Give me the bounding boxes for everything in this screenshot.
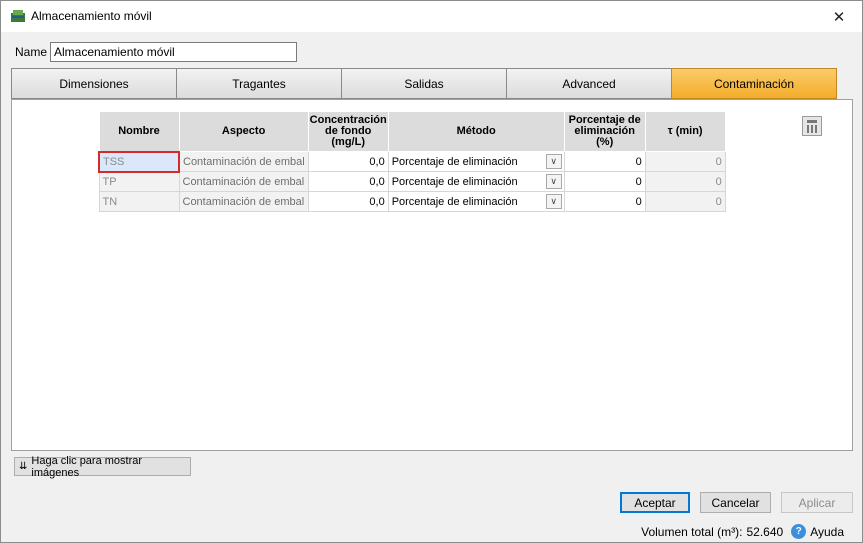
cell-name[interactable]: TSS: [98, 150, 180, 173]
cell-concentration[interactable]: 0,0: [307, 151, 389, 172]
status-bar: Volumen total (m³): 52.640 ? Ayuda: [641, 524, 844, 539]
name-label: Name: [15, 45, 48, 59]
contamination-panel: Nombre Aspecto Concentración de fondo (m…: [11, 99, 853, 451]
window-title: Almacenamiento móvil: [31, 9, 152, 23]
cancel-button[interactable]: Cancelar: [700, 492, 771, 513]
method-value: Porcentaje de eliminación: [391, 155, 518, 168]
table-row: TP Contaminación de embal 0,0 Porcentaje…: [98, 171, 726, 192]
method-value: Porcentaje de eliminación: [391, 175, 518, 188]
volume-value: 52.640: [746, 524, 784, 539]
header-concentracion[interactable]: Concentración de fondo (mg/L): [307, 111, 389, 152]
tab-advanced[interactable]: Advanced: [506, 68, 672, 99]
tab-tragantes[interactable]: Tragantes: [176, 68, 342, 99]
show-images-label: Haga clic para mostrar imágenes: [31, 454, 143, 479]
cell-method[interactable]: Porcentaje de eliminación ∨: [387, 151, 565, 172]
cell-tau: 0: [644, 171, 726, 192]
show-images-button[interactable]: ⇊ Haga clic para mostrar imágenes: [14, 454, 191, 479]
header-metodo[interactable]: Método: [387, 111, 565, 152]
dialog-window: Almacenamiento móvil ✕ Name Dimensiones …: [0, 0, 863, 543]
storage-app-icon: [11, 10, 25, 22]
apply-button[interactable]: Aplicar: [781, 492, 853, 513]
tab-contaminacion[interactable]: Contaminación: [671, 68, 837, 99]
cell-method[interactable]: Porcentaje de eliminación ∨: [387, 171, 565, 192]
volume-label: Volumen total (m³):: [641, 524, 743, 539]
cell-concentration[interactable]: 0,0: [307, 191, 389, 212]
cell-percentage[interactable]: 0: [563, 171, 646, 192]
chevron-down-icon[interactable]: ∨: [545, 174, 562, 189]
cell-percentage[interactable]: 0: [563, 151, 646, 172]
chevron-down-icon[interactable]: ∨: [545, 194, 562, 209]
header-nombre[interactable]: Nombre: [98, 111, 180, 152]
close-button[interactable]: ✕: [816, 1, 862, 32]
cell-tau: 0: [644, 191, 726, 212]
cell-aspect: Contaminación de embal: [178, 151, 309, 172]
chevron-down-icon[interactable]: ∨: [545, 154, 562, 169]
close-icon: ✕: [832, 8, 846, 26]
table-row: TN Contaminación de embal 0,0 Porcentaje…: [98, 191, 726, 212]
table-row: TSS Contaminación de embal 0,0 Porcentaj…: [98, 150, 726, 173]
method-value: Porcentaje de eliminación: [391, 195, 518, 208]
tab-strip: Dimensiones Tragantes Salidas Advanced C…: [11, 68, 837, 99]
help-icon[interactable]: ?: [791, 524, 807, 539]
title-bar: Almacenamiento móvil ✕: [1, 1, 862, 32]
tab-dimensiones[interactable]: Dimensiones: [11, 68, 177, 99]
header-aspecto[interactable]: Aspecto: [178, 111, 309, 152]
cell-name[interactable]: TP: [98, 171, 180, 192]
header-pct-line: (%): [596, 136, 614, 148]
header-tau[interactable]: τ (min): [644, 111, 726, 152]
calculator-icon[interactable]: [802, 116, 822, 136]
cell-name[interactable]: TN: [98, 191, 180, 212]
header-porcentaje[interactable]: Porcentaje de eliminación (%): [563, 111, 646, 152]
pollutant-table: Nombre Aspecto Concentración de fondo (m…: [98, 111, 726, 212]
cell-aspect: Contaminación de embal: [178, 171, 309, 192]
header-conc-line: (mg/L): [331, 136, 365, 148]
double-chevron-down-icon: ⇊: [19, 461, 28, 472]
name-input[interactable]: [50, 42, 297, 62]
accept-button[interactable]: Aceptar: [620, 492, 690, 513]
help-link[interactable]: Ayuda: [810, 525, 844, 539]
cell-percentage[interactable]: 0: [563, 191, 646, 212]
cell-method[interactable]: Porcentaje de eliminación ∨: [387, 191, 565, 212]
table-header-row: Nombre Aspecto Concentración de fondo (m…: [98, 111, 726, 152]
tab-salidas[interactable]: Salidas: [341, 68, 507, 99]
cell-aspect: Contaminación de embal: [178, 191, 309, 212]
cell-concentration[interactable]: 0,0: [307, 171, 389, 192]
cell-tau: 0: [644, 151, 726, 172]
